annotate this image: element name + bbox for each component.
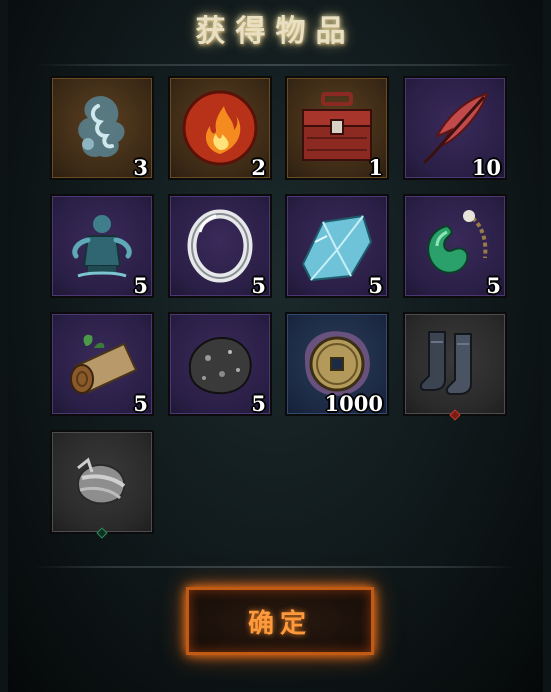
item-slot-silver-ring[interactable]: 5 [168,194,272,298]
bandage-wrap-icon [76,457,126,505]
item-slot-wood-log[interactable]: 5 [50,312,154,416]
boots-icon [419,331,472,395]
item-slot-ore-stone[interactable]: 5 [168,312,272,416]
item-slot-spirit-statue[interactable]: 5 [50,194,154,298]
item-count: 10 [471,155,501,180]
item-slot-jade-pendant[interactable]: 5 [403,194,507,298]
item-slot-boots[interactable] [403,312,507,416]
item-count: 5 [368,273,383,298]
reward-panel: 获得物品 3 2 1 10 5 5 5 5 5 5 1000 确定 [0,0,551,692]
item-count: 5 [133,391,148,416]
item-count: 2 [251,155,266,180]
item-slot-red-feather[interactable]: 10 [403,76,507,180]
bottom-divider [34,566,517,568]
confirm-button[interactable]: 确定 [186,587,374,655]
item-slot-bandage-wrap[interactable] [50,430,154,534]
item-count: 5 [251,391,266,416]
item-count: 5 [133,273,148,298]
item-count: 3 [133,155,148,180]
item-count: 1000 [324,391,383,416]
item-slot-ice-crystal[interactable]: 5 [285,194,389,298]
item-slot-fire-orb[interactable]: 2 [168,76,272,180]
item-slot-treasure-chest[interactable]: 1 [285,76,389,180]
top-divider [34,64,517,66]
item-count: 5 [486,273,501,298]
item-count: 5 [251,273,266,298]
item-count: 1 [368,155,383,180]
item-slot-ghost-wisp[interactable]: 3 [50,76,154,180]
panel-title: 获得物品 [195,14,356,49]
item-slot-copper-coin[interactable]: 1000 [285,312,389,416]
confirm-button-label: 确定 [247,608,312,639]
